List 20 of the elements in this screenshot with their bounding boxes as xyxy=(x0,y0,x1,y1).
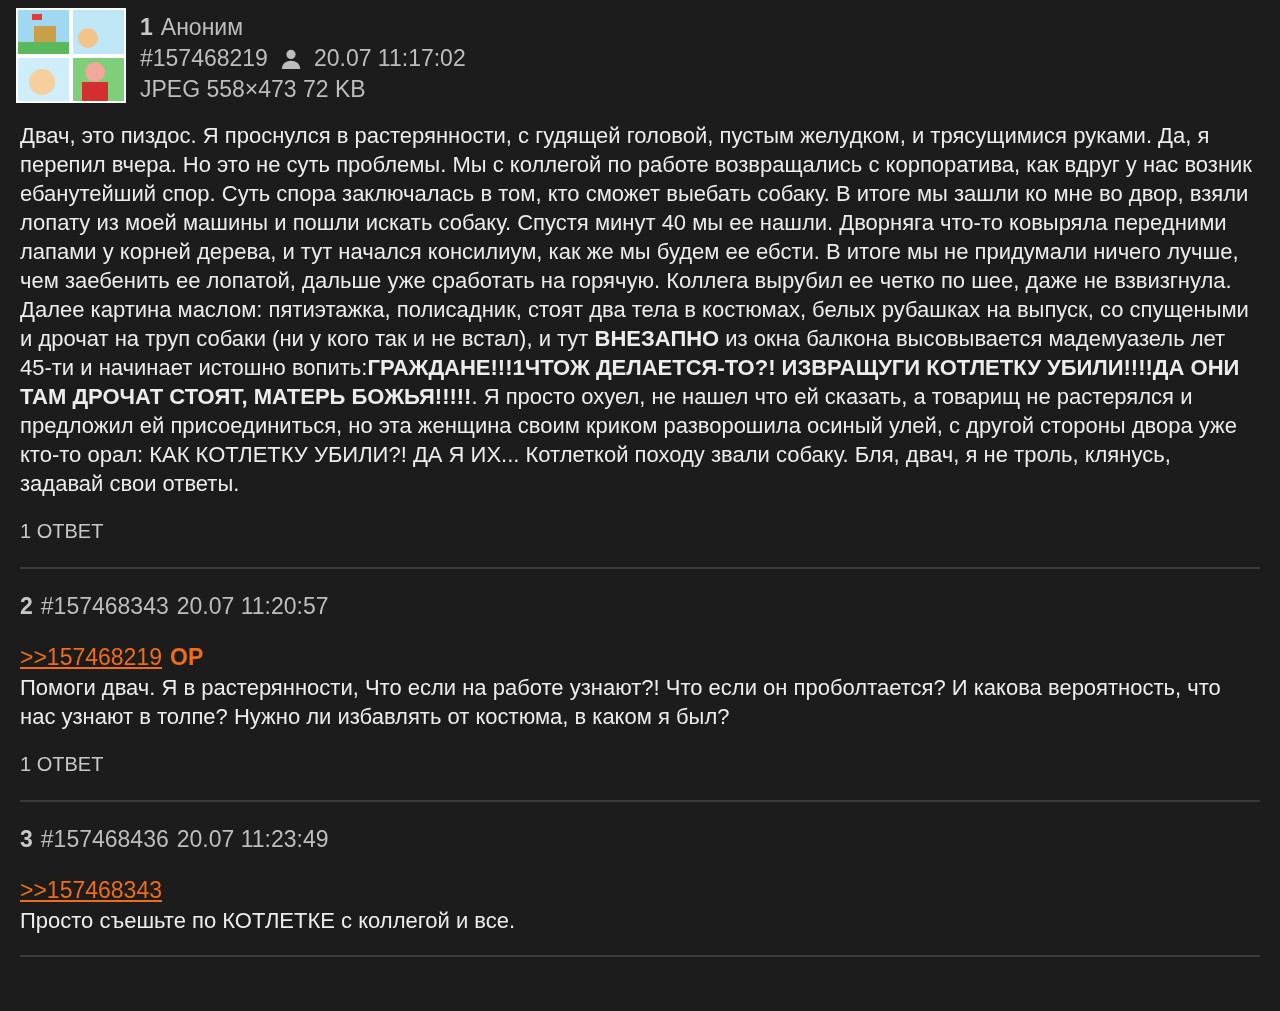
post-date: 20.07 11:17:02 xyxy=(313,45,466,72)
post-id[interactable]: #157468219 xyxy=(140,45,268,72)
file-info: JPEG 558×473 72 KB xyxy=(140,76,367,103)
reply-link[interactable]: >>157468219 xyxy=(20,644,162,671)
post-id[interactable]: #157468436 xyxy=(40,826,169,853)
post-date: 20.07 11:23:49 xyxy=(176,826,329,853)
replies-count[interactable]: 1 ОТВЕТ xyxy=(20,731,1260,800)
reply-link[interactable]: >>157468343 xyxy=(20,877,162,904)
person-icon xyxy=(279,47,302,70)
op-mark: OP xyxy=(170,644,204,671)
post-text: Просто съешьте по КОТЛЕТКЕ с коллегой и все. xyxy=(20,907,517,935)
replies-count[interactable]: 1 ОТВЕТ xyxy=(20,498,1260,567)
post-id[interactable]: #157468343 xyxy=(40,593,169,620)
post-date: 20.07 11:20:57 xyxy=(176,593,329,620)
post-number: 3 xyxy=(20,826,33,853)
post-number: 2 xyxy=(20,593,33,620)
poster-name: Аноним xyxy=(160,14,243,41)
post-text: Двач, это пиздос. Я проснулся в растерянности, с гудящей головой, пустым желудком, и трясущимися руками. Да, я перепил вчера. Но это не суть проблемы. Мы с коллегой по работе возвращались с корпоратива, как вдруг у нас возник ебанутейший спор. Суть спора заключалась в том, кто сможет выебать собаку. В итоге мы зашли ко мне во двор, взяли лопату из моей машины и пошли искать собаку. Спустя минут 40 мы ее нашли. Дворняга что-то ковыряла передними лапами у корней дерева, и тут начался консилиум, как же мы будем ее ебсти. В итоге мы не придумали ничего лучше, чем заебенить ее лопатой, дальше уже сработать на горячую. Коллега вырубил ее четко по шее, даже не взвизгнула. Далее картина маслом: пятиэтажка, полисадник, стоят два тела в костюмах, белых рубашках на выпуск, со спущеными и дрочат на труп собаки (ни у кого так и не встал), и тут ВНЕЗАПНО из окна балкона высовывается мадемуазель лет 45-ти и начинает истошно вопить:ГРАЖДАНЕ!!!1ЧТОЖ ДЕЛАЕТСЯ-ТО?! ИЗВРАЩУГИ КОТЛЕТКУ УБИЛИ!!!!ДА ОНИ ТАМ ДРОЧАТ СТОЯТ, МАТЕРЬ БОЖЬЯ!!!!!. Я просто охуел, не нашел что ей сказать, а товарищ не растерялся и предложил ей присоединиться, но эта женщина своим криком разворошила осиный улей, с другой стороны двора уже кто-то орал: КАК КОТЛЕТКУ УБИЛИ?! ДА Я ИХ... Котлеткой походу звали собаку. Бля, двач, я не троль, клянусь, задавай свои ответы. xyxy=(20,122,1253,498)
post-text: Помоги двач. Я в растерянности, Что если на работе узнают?! Что если он проболтается? И какова вероятность, что нас узнают в толпе? Нужно ли избавлять от костюма, в каком я был? xyxy=(20,674,1222,731)
post-number: 1 xyxy=(140,14,153,41)
